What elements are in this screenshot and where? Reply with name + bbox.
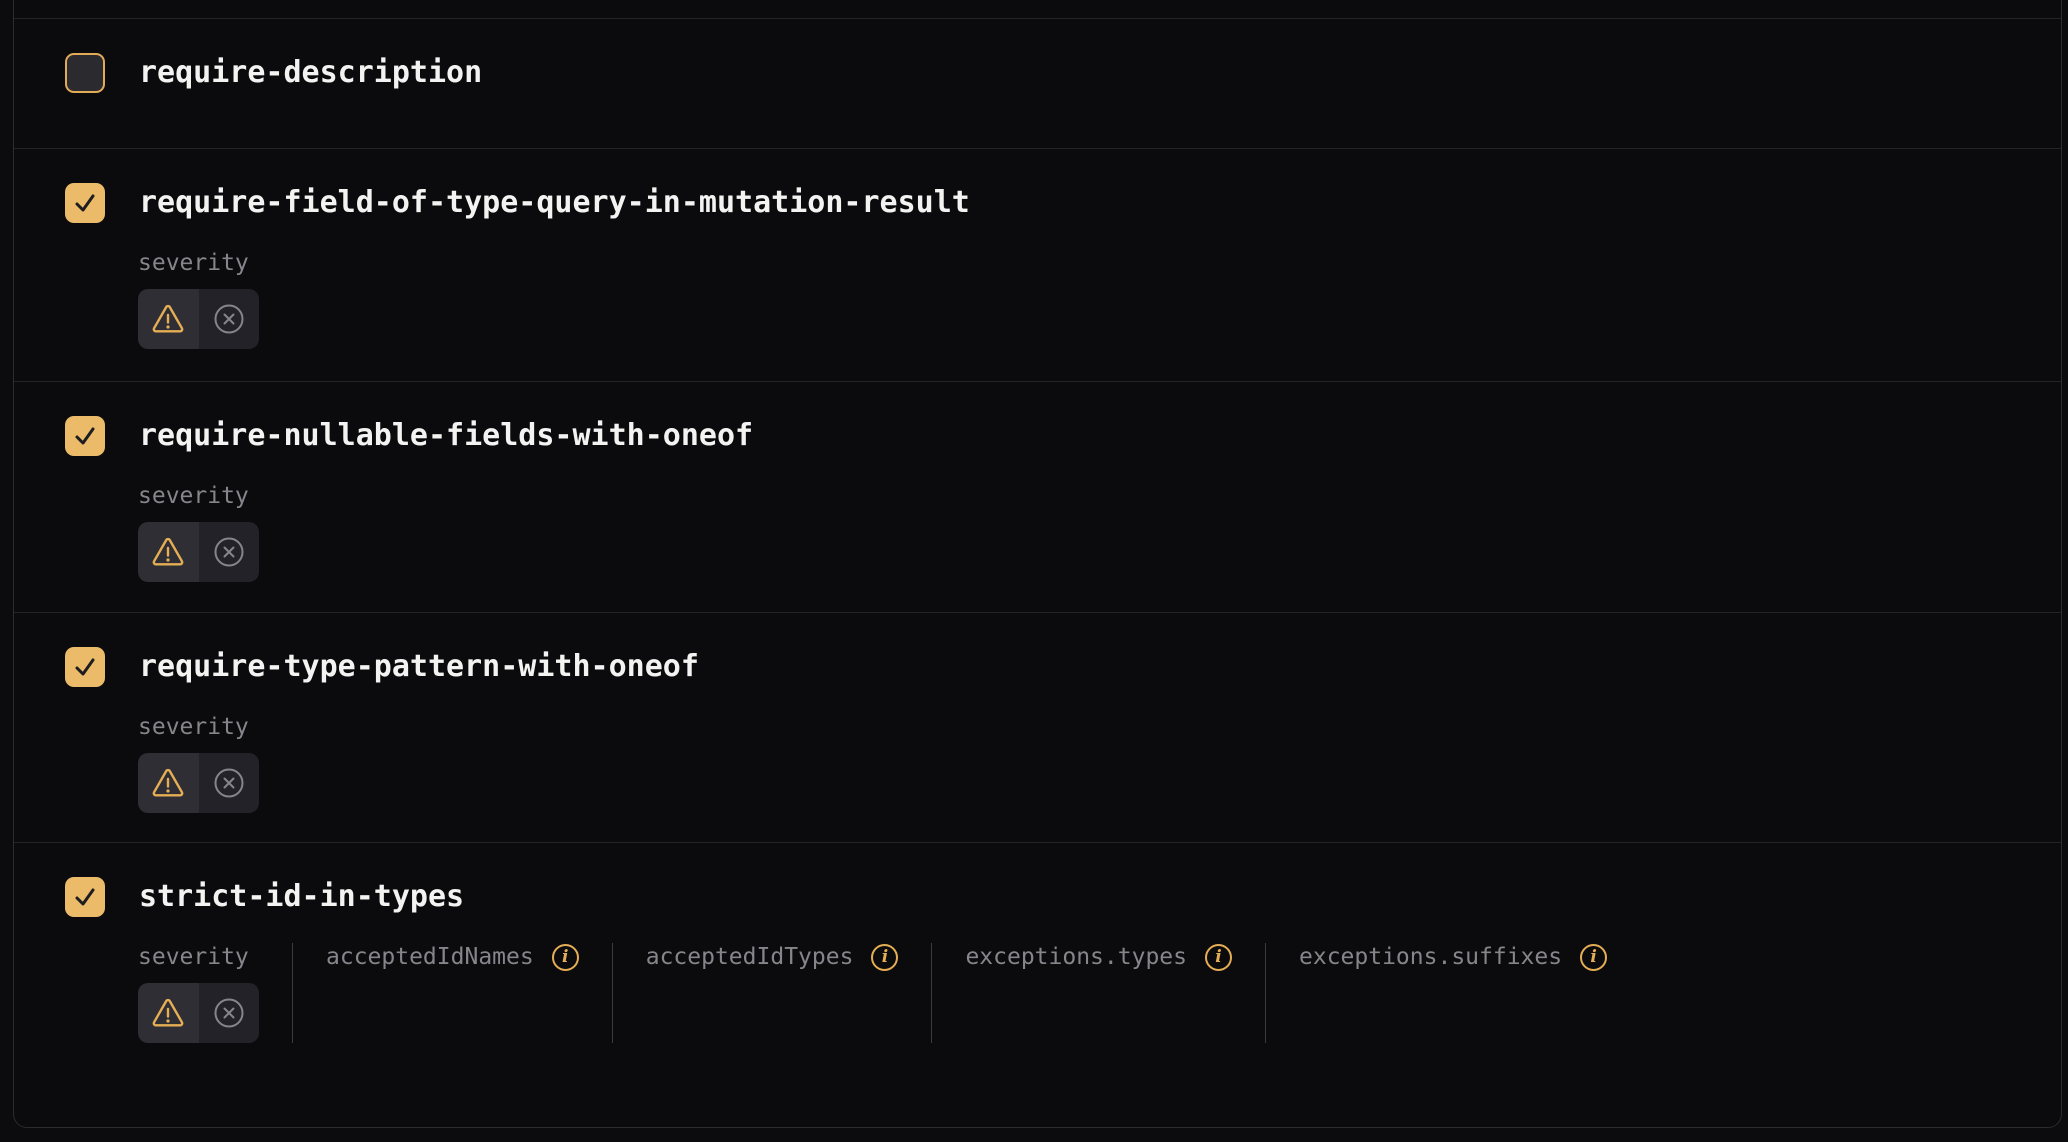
severity-off-button[interactable] (199, 983, 260, 1043)
circle-x-icon (213, 997, 245, 1029)
field-label-row: severity (138, 249, 259, 277)
field-label: severity (138, 713, 249, 741)
rule-header: require-nullable-fields-with-oneof (65, 382, 2018, 456)
field-group-severity: severity (138, 943, 259, 1043)
field-control (138, 522, 259, 582)
check-icon (72, 190, 98, 216)
circle-x-icon (213, 303, 245, 335)
check-icon (72, 654, 98, 680)
warning-icon (151, 537, 185, 567)
rule-row: require-field-of-type-query-in-mutation-… (14, 148, 2061, 381)
severity-toggle (138, 753, 259, 813)
rule-row: require-description (14, 18, 2061, 148)
field-label-row: severity (138, 943, 259, 971)
rule-checkbox[interactable] (65, 416, 105, 456)
rule-row: strict-id-in-types severity acceptedIdName… (14, 842, 2061, 1128)
circle-x-icon (213, 767, 245, 799)
rule-name: require-description (139, 53, 482, 93)
field-label-row: acceptedIdNames i (326, 943, 579, 971)
rule-header: require-field-of-type-query-in-mutation-… (65, 149, 2018, 223)
field-label: severity (138, 249, 249, 277)
rule-header: require-description (65, 19, 2018, 93)
severity-warn-button[interactable] (138, 522, 199, 582)
severity-toggle (138, 983, 259, 1043)
severity-off-button[interactable] (199, 753, 260, 813)
rule-checkbox[interactable] (65, 877, 105, 917)
rule-row: require-type-pattern-with-oneof severity (14, 612, 2061, 842)
info-icon[interactable]: i (552, 944, 579, 971)
severity-off-button[interactable] (199, 289, 260, 349)
warning-icon (151, 768, 185, 798)
rule-name: require-field-of-type-query-in-mutation-… (139, 183, 970, 223)
field-label-row: exceptions.types i (965, 943, 1232, 971)
field-group-divider (292, 943, 293, 1043)
field-group-acceptedIdTypes: acceptedIdTypes i (646, 943, 899, 1043)
rule-fields: severity (138, 482, 2018, 582)
field-group-exceptions-types: exceptions.types i (965, 943, 1232, 1043)
field-label: severity (138, 482, 249, 510)
field-label: exceptions.types (965, 943, 1187, 971)
field-group-acceptedIdNames: acceptedIdNames i (326, 943, 579, 1043)
info-icon[interactable]: i (871, 944, 898, 971)
warning-icon (151, 998, 185, 1028)
rule-row: require-nullable-fields-with-oneof severi… (14, 381, 2061, 612)
severity-warn-button[interactable] (138, 289, 199, 349)
rule-fields: severity (138, 713, 2018, 813)
warning-icon (151, 304, 185, 334)
severity-toggle (138, 522, 259, 582)
rule-checkbox[interactable] (65, 183, 105, 223)
rule-name: require-nullable-fields-with-oneof (139, 416, 753, 456)
rules-panel: require-description require-field-of-type… (13, 0, 2062, 1128)
field-group-severity: severity (138, 249, 259, 349)
field-group-severity: severity (138, 713, 259, 813)
field-label-row: severity (138, 713, 259, 741)
field-label-row: severity (138, 482, 259, 510)
info-icon[interactable]: i (1205, 944, 1232, 971)
field-group-severity: severity (138, 482, 259, 582)
panel-top-spacer (14, 0, 2061, 18)
field-control (138, 983, 259, 1043)
circle-x-icon (213, 536, 245, 568)
field-group-divider (931, 943, 932, 1043)
field-label: acceptedIdNames (326, 943, 534, 971)
field-label: exceptions.suffixes (1299, 943, 1562, 971)
rule-fields: severity acceptedIdNames i acceptedIdTypes i… (138, 943, 2018, 1043)
severity-off-button[interactable] (199, 522, 260, 582)
field-label: acceptedIdTypes (646, 943, 854, 971)
rule-header: require-type-pattern-with-oneof (65, 613, 2018, 687)
field-label: severity (138, 943, 249, 971)
rule-name: require-type-pattern-with-oneof (139, 647, 699, 687)
field-group-divider (1265, 943, 1266, 1043)
field-label-row: acceptedIdTypes i (646, 943, 899, 971)
severity-warn-button[interactable] (138, 983, 199, 1043)
field-control (138, 753, 259, 813)
rule-checkbox[interactable] (65, 647, 105, 687)
severity-toggle (138, 289, 259, 349)
rule-header: strict-id-in-types (65, 843, 2018, 917)
severity-warn-button[interactable] (138, 753, 199, 813)
info-icon[interactable]: i (1580, 944, 1607, 971)
check-icon (72, 884, 98, 910)
field-group-exceptions-suffixes: exceptions.suffixes i (1299, 943, 1607, 1043)
field-group-divider (612, 943, 613, 1043)
rule-name: strict-id-in-types (139, 877, 464, 917)
rule-checkbox[interactable] (65, 53, 105, 93)
field-control (138, 289, 259, 349)
rule-fields: severity (138, 249, 2018, 349)
field-label-row: exceptions.suffixes i (1299, 943, 1607, 971)
check-icon (72, 423, 98, 449)
